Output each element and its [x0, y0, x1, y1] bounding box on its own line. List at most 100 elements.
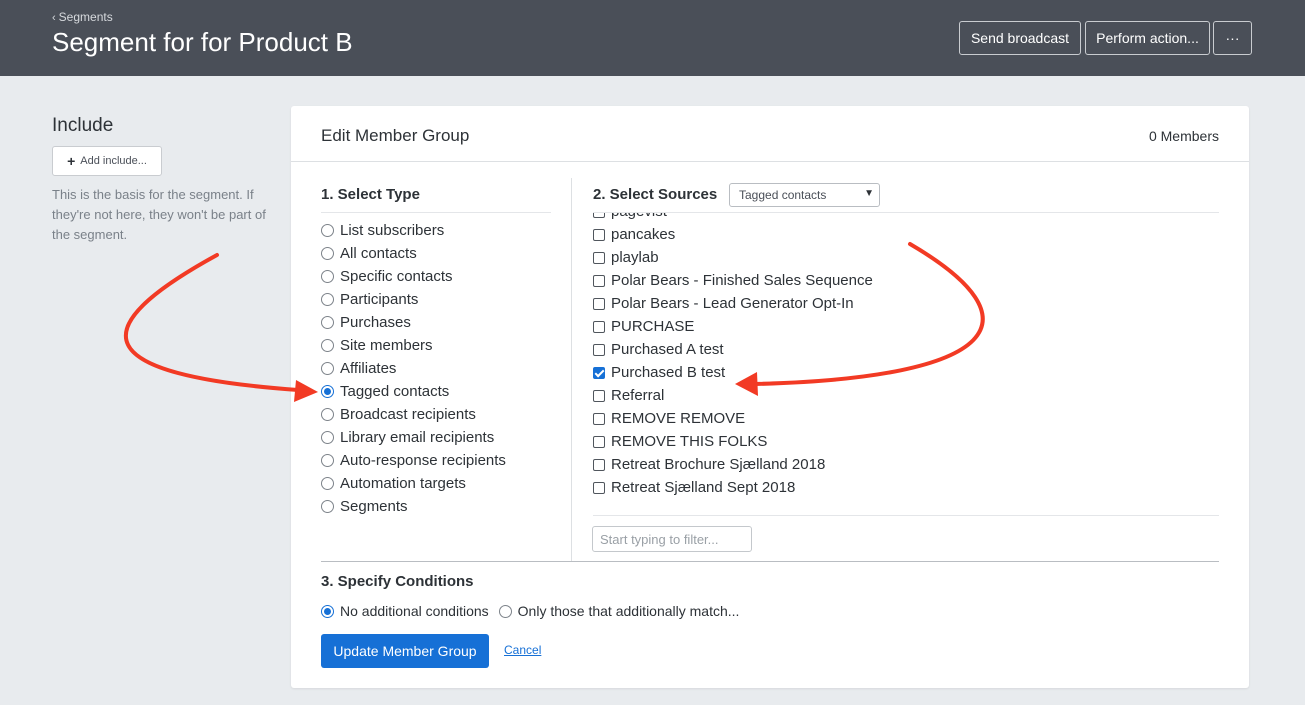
- type-radio[interactable]: [321, 454, 334, 467]
- divider: [593, 515, 1219, 516]
- source-label: REMOVE THIS FOLKS: [611, 433, 768, 450]
- conditions-radio-group: No additional conditions Only those that …: [321, 603, 749, 619]
- source-label: pancakes: [611, 226, 676, 243]
- source-checkbox[interactable]: [593, 274, 605, 287]
- type-option[interactable]: Affiliates: [321, 357, 506, 380]
- divider: [321, 561, 1219, 562]
- source-checkbox[interactable]: [593, 389, 605, 402]
- source-item[interactable]: REMOVE REMOVE: [593, 407, 873, 430]
- type-radio[interactable]: [321, 293, 334, 306]
- sources-scroll-list[interactable]: pagevist pancakes playlab Polar Bears - Fin…: [593, 213, 1219, 505]
- condition-radio[interactable]: [498, 604, 512, 618]
- type-option[interactable]: Library email recipients: [321, 426, 506, 449]
- type-radio[interactable]: [321, 316, 334, 329]
- type-option-label: Specific contacts: [340, 268, 453, 285]
- more-options-button[interactable]: ···: [1213, 21, 1252, 55]
- source-checkbox[interactable]: [593, 435, 605, 448]
- sources-list: pagevist pancakes playlab Polar Bears - Fin…: [593, 213, 873, 499]
- source-item[interactable]: pagevist: [593, 213, 873, 223]
- type-option[interactable]: Broadcast recipients: [321, 403, 506, 426]
- source-item[interactable]: pancakes: [593, 223, 873, 246]
- source-checkbox[interactable]: [593, 412, 605, 425]
- type-option[interactable]: Specific contacts: [321, 265, 506, 288]
- source-type-value: Tagged contacts: [739, 188, 827, 202]
- source-label: PURCHASE: [611, 318, 695, 335]
- source-checkbox[interactable]: [593, 213, 605, 218]
- source-item[interactable]: Referral: [593, 384, 873, 407]
- select-sources-heading: 2. Select Sources: [593, 186, 718, 203]
- update-member-group-button[interactable]: Update Member Group: [321, 634, 489, 668]
- source-item[interactable]: Purchased A test: [593, 338, 873, 361]
- type-option[interactable]: Purchases: [321, 311, 506, 334]
- type-radio[interactable]: [321, 477, 334, 490]
- type-radio[interactable]: [321, 431, 334, 444]
- source-label: Polar Bears - Finished Sales Sequence: [611, 272, 873, 289]
- source-checkbox[interactable]: [593, 343, 605, 356]
- source-checkbox[interactable]: [593, 458, 605, 471]
- source-item[interactable]: playlab: [593, 246, 873, 269]
- source-label: playlab: [611, 249, 659, 266]
- breadcrumb[interactable]: ‹ Segments: [52, 10, 113, 24]
- source-checkbox[interactable]: [593, 366, 605, 379]
- type-option[interactable]: Participants: [321, 288, 506, 311]
- divider: [321, 212, 551, 213]
- type-option[interactable]: Tagged contacts: [321, 380, 506, 403]
- edit-member-group-card: Edit Member Group 0 Members 1. Select Ty…: [291, 106, 1249, 688]
- source-item[interactable]: Retreat Sjælland Sept 2018: [593, 476, 873, 499]
- type-option[interactable]: Auto-response recipients: [321, 449, 506, 472]
- send-broadcast-button[interactable]: Send broadcast: [959, 21, 1081, 55]
- page-title: Segment for for Product B: [52, 27, 353, 57]
- condition-radio[interactable]: [321, 604, 334, 618]
- type-radio[interactable]: [321, 408, 334, 421]
- perform-action-button[interactable]: Perform action...: [1085, 21, 1210, 55]
- type-radio[interactable]: [321, 270, 334, 283]
- type-option[interactable]: Segments: [321, 495, 506, 518]
- condition-option[interactable]: No additional conditions: [321, 603, 489, 619]
- source-checkbox[interactable]: [593, 251, 605, 264]
- filter-input[interactable]: [592, 526, 752, 552]
- type-option-label: Automation targets: [340, 475, 466, 492]
- card-header: Edit Member Group 0 Members: [291, 106, 1249, 162]
- condition-option[interactable]: Only those that additionally match...: [498, 603, 739, 619]
- source-type-select[interactable]: Tagged contacts ▼: [729, 183, 880, 207]
- source-label: Purchased B test: [611, 364, 726, 381]
- type-radio[interactable]: [321, 247, 334, 260]
- source-checkbox[interactable]: [593, 228, 605, 241]
- member-count: 0 Members: [1148, 128, 1219, 144]
- add-include-button[interactable]: + Add include...: [52, 146, 162, 176]
- breadcrumb-segments-link[interactable]: Segments: [59, 10, 113, 24]
- source-item[interactable]: Polar Bears - Finished Sales Sequence: [593, 269, 873, 292]
- type-option-label: Tagged contacts: [340, 383, 450, 400]
- type-radio[interactable]: [321, 339, 334, 352]
- source-checkbox[interactable]: [593, 481, 605, 494]
- type-option[interactable]: All contacts: [321, 242, 506, 265]
- source-item[interactable]: Retreat Brochure Sjælland 2018: [593, 453, 873, 476]
- source-item[interactable]: REMOVE THIS FOLKS: [593, 430, 873, 453]
- type-option-label: Purchases: [340, 314, 411, 331]
- type-radio[interactable]: [321, 500, 334, 513]
- source-item[interactable]: Purchased B test: [593, 361, 873, 384]
- include-help-text: This is the basis for the segment. If th…: [52, 187, 266, 242]
- annotation-arrow-left: [123, 253, 300, 392]
- source-item[interactable]: PURCHASE: [593, 315, 873, 338]
- type-radio[interactable]: [321, 362, 334, 375]
- column-divider: [571, 178, 572, 562]
- type-option-label: List subscribers: [340, 222, 445, 239]
- add-include-label: Add include...: [80, 155, 147, 167]
- source-checkbox[interactable]: [593, 320, 605, 333]
- source-item[interactable]: Polar Bears - Lead Generator Opt-In: [593, 292, 873, 315]
- type-option[interactable]: Site members: [321, 334, 506, 357]
- cancel-link[interactable]: Cancel: [504, 643, 541, 657]
- type-radio[interactable]: [321, 224, 334, 237]
- type-option-label: Affiliates: [340, 360, 397, 377]
- source-label: REMOVE REMOVE: [611, 410, 746, 427]
- type-option-label: Segments: [340, 498, 408, 515]
- source-label: Polar Bears - Lead Generator Opt-In: [611, 295, 854, 312]
- type-radio[interactable]: [321, 385, 334, 398]
- card-title: Edit Member Group: [321, 126, 470, 145]
- source-checkbox[interactable]: [593, 297, 605, 310]
- chevron-left-icon: ‹: [52, 12, 56, 24]
- type-option[interactable]: List subscribers: [321, 219, 506, 242]
- type-option[interactable]: Automation targets: [321, 472, 506, 495]
- source-label: Purchased A test: [611, 341, 724, 358]
